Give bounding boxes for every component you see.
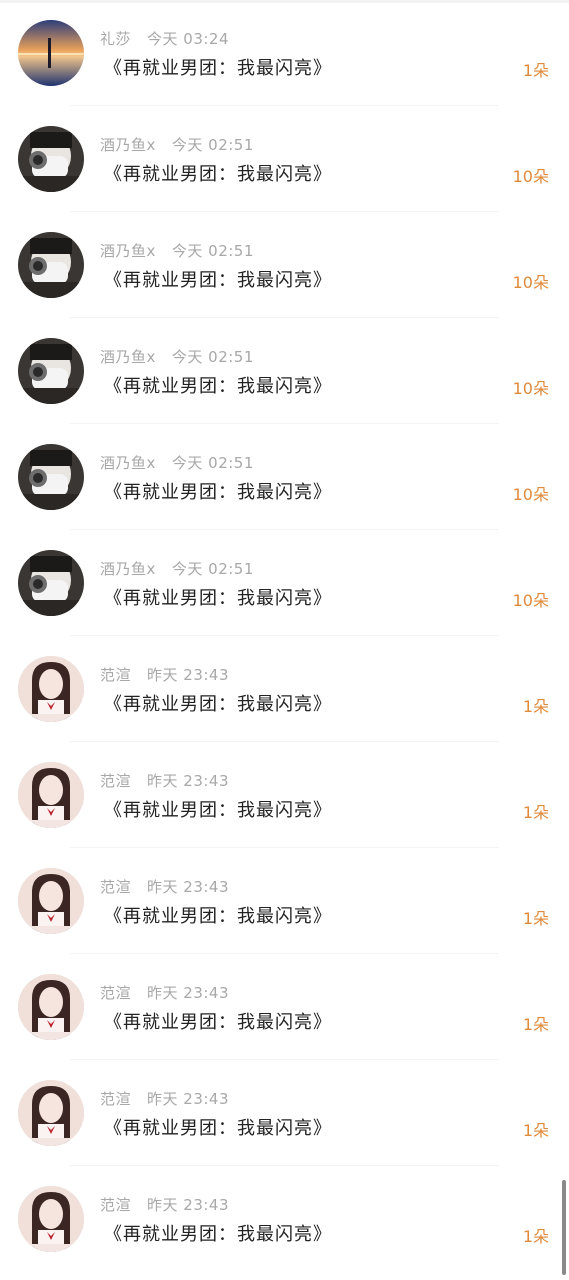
- username[interactable]: 范渲: [100, 666, 131, 684]
- gift-amount: 1朵: [522, 697, 549, 716]
- anime-girl-avatar-icon: [18, 868, 84, 934]
- list-item[interactable]: 范渲 昨天 23:43 《再就业男团：我最闪亮》 1朵: [0, 742, 569, 848]
- meta: 范渲 昨天 23:43: [100, 770, 229, 791]
- work-title[interactable]: 《再就业男团：我最闪亮》: [104, 1008, 332, 1034]
- timestamp: 昨天 23:43: [147, 878, 230, 896]
- avatar[interactable]: [18, 1080, 84, 1146]
- work-title[interactable]: 《再就业男团：我最闪亮》: [104, 584, 332, 610]
- avatar[interactable]: [18, 656, 84, 722]
- masked-person-avatar-icon: [18, 126, 84, 192]
- timestamp: 昨天 23:43: [147, 984, 230, 1002]
- list-item[interactable]: 范渲 昨天 23:43 《再就业男团：我最闪亮》 1朵: [0, 848, 569, 954]
- work-title[interactable]: 《再就业男团：我最闪亮》: [104, 1220, 332, 1246]
- meta: 酒乃鱼x 今天 02:51: [100, 346, 254, 367]
- username[interactable]: 酒乃鱼x: [100, 348, 156, 366]
- gift-amount: 1朵: [522, 803, 549, 822]
- work-title[interactable]: 《再就业男团：我最闪亮》: [104, 690, 332, 716]
- avatar[interactable]: [18, 550, 84, 616]
- timestamp: 今天 03:24: [147, 30, 230, 48]
- list-item[interactable]: 范渲 昨天 23:43 《再就业男团：我最闪亮》 1朵: [0, 636, 569, 742]
- work-title[interactable]: 《再就业男团：我最闪亮》: [104, 54, 332, 80]
- timestamp: 今天 02:51: [171, 136, 254, 154]
- list-item[interactable]: 酒乃鱼x 今天 02:51 《再就业男团：我最闪亮》 10朵: [0, 424, 569, 530]
- list-item[interactable]: 范渲 昨天 23:43 《再就业男团：我最闪亮》 1朵: [0, 954, 569, 1060]
- gift-amount: 1朵: [522, 909, 549, 928]
- work-title[interactable]: 《再就业男团：我最闪亮》: [104, 372, 332, 398]
- gift-amount: 1朵: [522, 1227, 549, 1246]
- meta: 范渲 昨天 23:43: [100, 1088, 229, 1109]
- meta: 酒乃鱼x 今天 02:51: [100, 452, 254, 473]
- work-title[interactable]: 《再就业男团：我最闪亮》: [104, 1114, 332, 1140]
- avatar[interactable]: [18, 762, 84, 828]
- meta: 范渲 昨天 23:43: [100, 1194, 229, 1215]
- gift-amount: 10朵: [512, 485, 549, 504]
- masked-person-avatar-icon: [18, 444, 84, 510]
- gift-amount: 1朵: [522, 1015, 549, 1034]
- anime-girl-avatar-icon: [18, 656, 84, 722]
- timestamp: 今天 02:51: [171, 454, 254, 472]
- username[interactable]: 范渲: [100, 878, 131, 896]
- list-item[interactable]: 酒乃鱼x 今天 02:51 《再就业男团：我最闪亮》 10朵: [0, 530, 569, 636]
- list-item[interactable]: 酒乃鱼x 今天 02:51 《再就业男团：我最闪亮》 10朵: [0, 318, 569, 424]
- gift-amount: 10朵: [512, 167, 549, 186]
- anime-girl-avatar-icon: [18, 974, 84, 1040]
- list-item[interactable]: 范渲 昨天 23:43 《再就业男团：我最闪亮》 1朵: [0, 1060, 569, 1166]
- avatar[interactable]: [18, 868, 84, 934]
- username[interactable]: 酒乃鱼x: [100, 242, 156, 260]
- list-item[interactable]: 酒乃鱼x 今天 02:51 《再就业男团：我最闪亮》 10朵: [0, 212, 569, 318]
- meta: 礼莎 今天 03:24: [100, 28, 229, 49]
- work-title[interactable]: 《再就业男团：我最闪亮》: [104, 160, 332, 186]
- avatar[interactable]: [18, 232, 84, 298]
- masked-person-avatar-icon: [18, 232, 84, 298]
- username[interactable]: 范渲: [100, 772, 131, 790]
- avatar[interactable]: [18, 974, 84, 1040]
- list-item[interactable]: 范渲 昨天 23:43 《再就业男团：我最闪亮》 1朵: [0, 1166, 569, 1272]
- avatar[interactable]: [18, 126, 84, 192]
- username[interactable]: 酒乃鱼x: [100, 454, 156, 472]
- anime-girl-avatar-icon: [18, 1080, 84, 1146]
- meta: 范渲 昨天 23:43: [100, 982, 229, 1003]
- meta: 范渲 昨天 23:43: [100, 664, 229, 685]
- meta: 酒乃鱼x 今天 02:51: [100, 240, 254, 261]
- timestamp: 今天 02:51: [171, 560, 254, 578]
- work-title[interactable]: 《再就业男团：我最闪亮》: [104, 266, 332, 292]
- gift-amount: 1朵: [522, 61, 549, 80]
- timestamp: 今天 02:51: [171, 348, 254, 366]
- timestamp: 昨天 23:43: [147, 1090, 230, 1108]
- anime-girl-avatar-icon: [18, 1186, 84, 1252]
- gift-amount: 1朵: [522, 1121, 549, 1140]
- meta: 酒乃鱼x 今天 02:51: [100, 134, 254, 155]
- meta: 酒乃鱼x 今天 02:51: [100, 558, 254, 579]
- list-item[interactable]: 酒乃鱼x 今天 02:51 《再就业男团：我最闪亮》 10朵: [0, 106, 569, 212]
- avatar[interactable]: [18, 20, 84, 86]
- gift-amount: 10朵: [512, 273, 549, 292]
- gift-amount: 10朵: [512, 379, 549, 398]
- masked-person-avatar-icon: [18, 550, 84, 616]
- username[interactable]: 范渲: [100, 984, 131, 1002]
- avatar[interactable]: [18, 338, 84, 404]
- username[interactable]: 酒乃鱼x: [100, 136, 156, 154]
- list-item[interactable]: 礼莎 今天 03:24 《再就业男团：我最闪亮》 1朵: [0, 0, 569, 106]
- masked-person-avatar-icon: [18, 338, 84, 404]
- gift-amount: 10朵: [512, 591, 549, 610]
- work-title[interactable]: 《再就业男团：我最闪亮》: [104, 478, 332, 504]
- work-title[interactable]: 《再就业男团：我最闪亮》: [104, 902, 332, 928]
- meta: 范渲 昨天 23:43: [100, 876, 229, 897]
- username[interactable]: 礼莎: [100, 30, 131, 48]
- anime-girl-avatar-icon: [18, 762, 84, 828]
- timestamp: 昨天 23:43: [147, 1196, 230, 1214]
- avatar[interactable]: [18, 444, 84, 510]
- sunset-lake-avatar-icon: [18, 20, 84, 86]
- avatar[interactable]: [18, 1186, 84, 1252]
- username[interactable]: 酒乃鱼x: [100, 560, 156, 578]
- timestamp: 昨天 23:43: [147, 772, 230, 790]
- username[interactable]: 范渲: [100, 1090, 131, 1108]
- scrollbar[interactable]: [562, 1180, 566, 1275]
- work-title[interactable]: 《再就业男团：我最闪亮》: [104, 796, 332, 822]
- timestamp: 昨天 23:43: [147, 666, 230, 684]
- username[interactable]: 范渲: [100, 1196, 131, 1214]
- timestamp: 今天 02:51: [171, 242, 254, 260]
